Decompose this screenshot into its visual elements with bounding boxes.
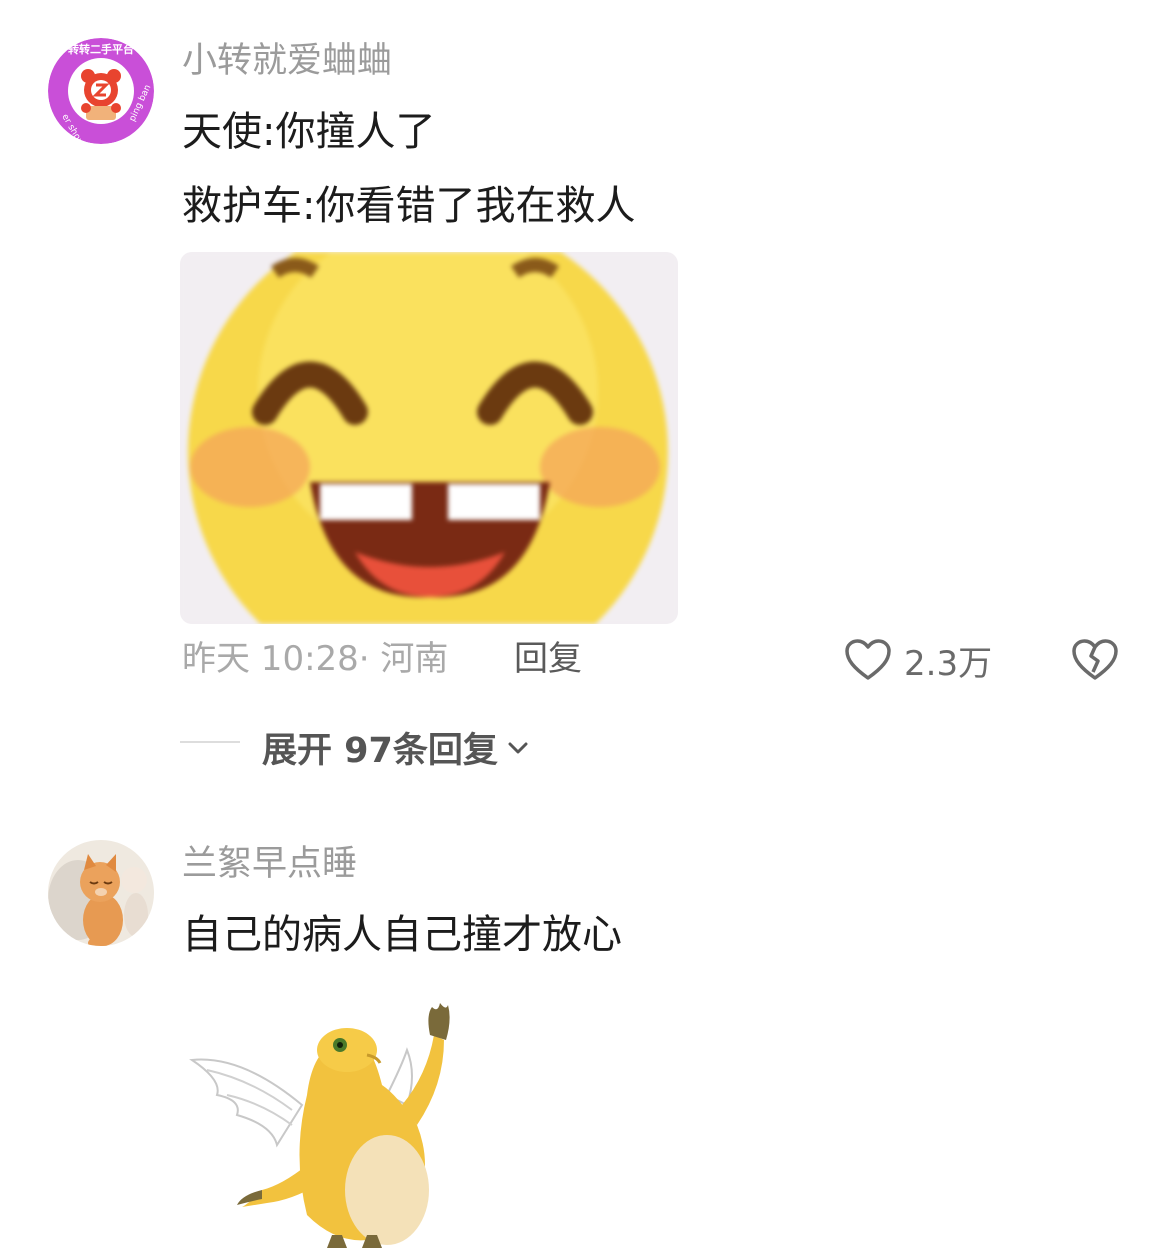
expand-replies-button[interactable]: 展开 97条回复 [262, 722, 530, 773]
username[interactable]: 兰絮早点睡 [182, 847, 357, 882]
username[interactable]: 小转就爱蛐蛐 [182, 44, 392, 79]
avatar[interactable] [48, 840, 154, 946]
comment-text-line: 天使:你撞人了 [182, 109, 436, 155]
chevron-down-icon [508, 742, 528, 753]
heart-outline-icon [845, 639, 891, 680]
broken-heart-icon [1072, 639, 1118, 680]
angel-bird-sticker[interactable] [182, 985, 480, 1248]
like-count: 2.3万 [904, 643, 993, 684]
laughing-emoji-sticker[interactable] [180, 252, 678, 624]
reply-button[interactable]: 回复 [514, 642, 582, 676]
comment-text-line: 救护车:你看错了我在救人 [182, 183, 636, 229]
divider [180, 741, 240, 743]
svg-text:转转二手平台: 转转二手平台 [68, 42, 134, 56]
comment-feed: 转转二手平台 er shou ping ban 小转就爱蛐蛐 天使:你撞人了 救… [0, 0, 1169, 1248]
kitten-photo [48, 840, 154, 946]
zhuanzhuan-logo: 转转二手平台 er shou ping ban [48, 38, 154, 144]
dislike-button[interactable] [1070, 636, 1120, 684]
expand-replies-label: 展开 97条回复 [262, 731, 498, 771]
comment-text-line: 自己的病人自己撞才放心 [182, 912, 622, 958]
timestamp-location: 昨天 10:28· 河南 [182, 639, 449, 679]
like-button[interactable]: 2.3万 [844, 636, 992, 684]
avatar[interactable]: 转转二手平台 er shou ping ban [48, 38, 154, 144]
